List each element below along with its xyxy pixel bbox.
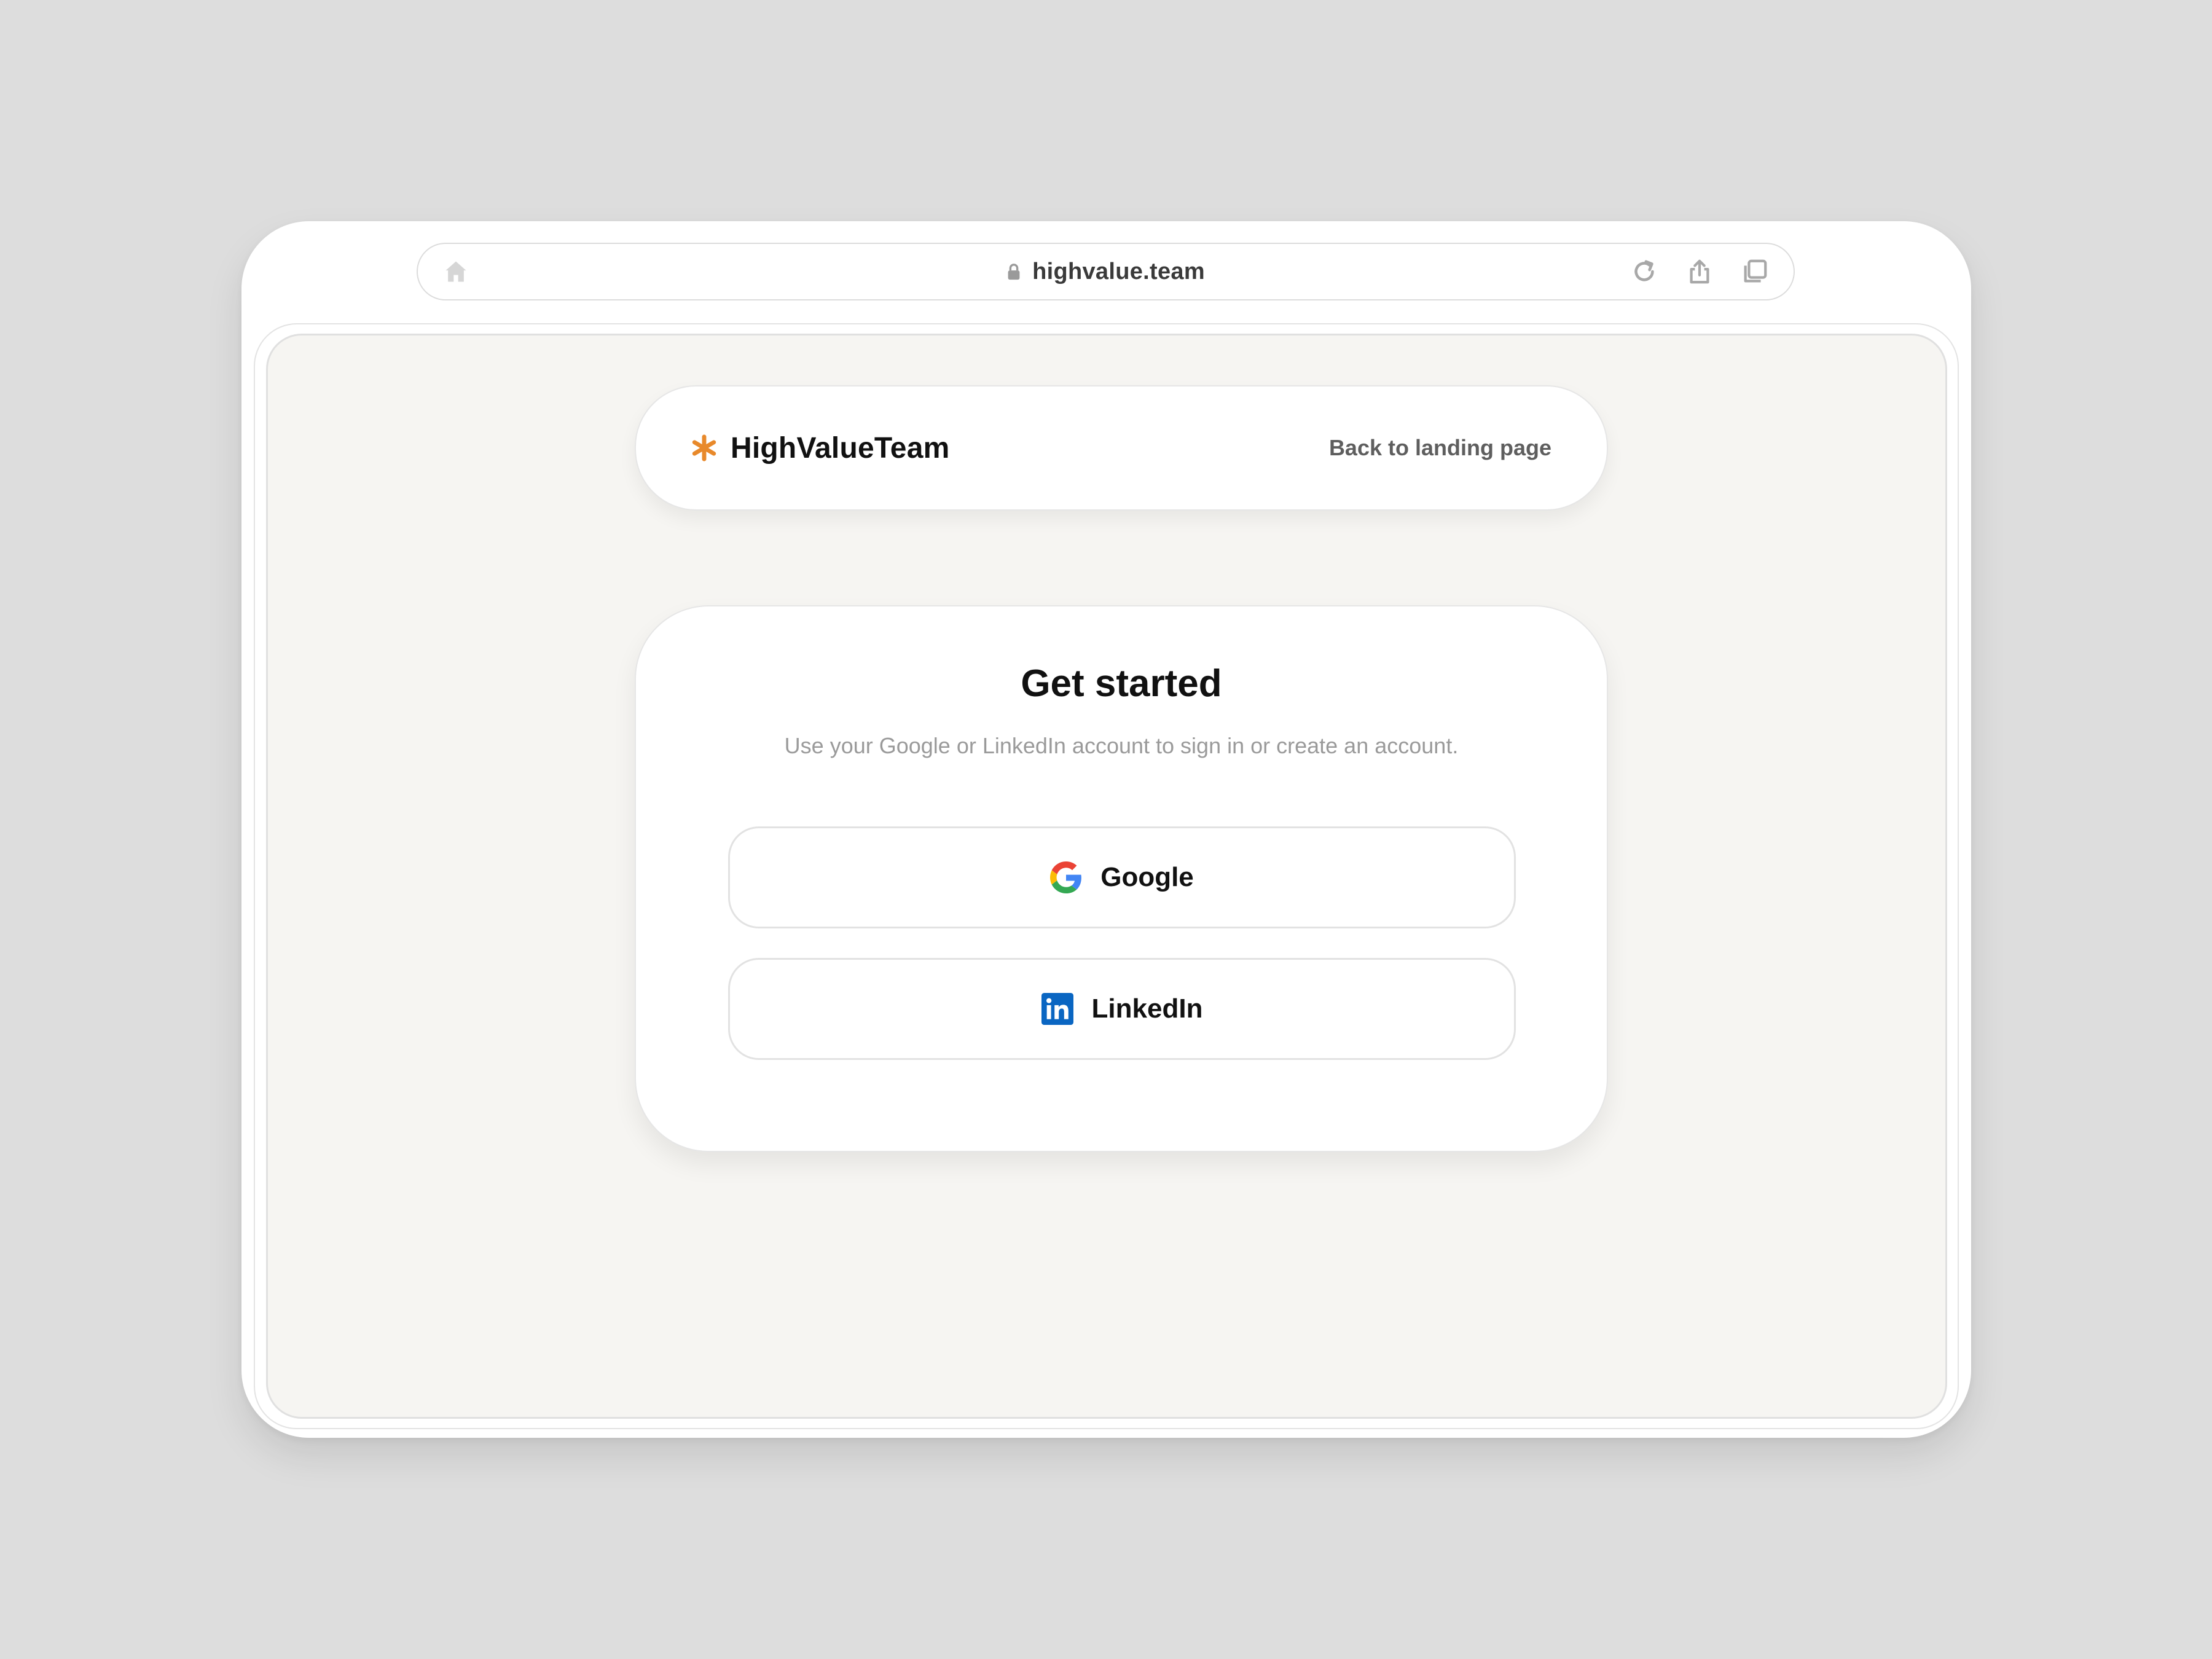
asterisk-icon (692, 434, 716, 461)
google-button-label: Google (1100, 862, 1194, 892)
brand[interactable]: HighValueTeam (690, 386, 949, 509)
top-nav: HighValueTeam Back to landing page (635, 385, 1608, 511)
linkedin-button-label: LinkedIn (1091, 994, 1203, 1024)
url-text: highvalue.team (1032, 258, 1205, 284)
tabs-icon[interactable] (1741, 257, 1769, 286)
back-to-landing-link[interactable]: Back to landing page (1329, 386, 1551, 509)
google-signin-button[interactable]: Google (728, 826, 1516, 928)
brand-name: HighValueTeam (731, 431, 950, 465)
address-bar[interactable]: highvalue.team (417, 243, 1795, 300)
share-icon[interactable] (1685, 257, 1714, 286)
page-subtitle: Use your Google or LinkedIn account to s… (784, 733, 1459, 758)
page-title: Get started (1021, 662, 1222, 705)
reload-icon[interactable] (1630, 257, 1658, 286)
url-display[interactable]: highvalue.team (418, 244, 1794, 299)
linkedin-icon (1041, 993, 1073, 1025)
auth-card: Get started Use your Google or LinkedIn … (635, 605, 1608, 1152)
google-icon (1050, 861, 1082, 893)
lock-icon (1008, 264, 1020, 280)
linkedin-signin-button[interactable]: LinkedIn (728, 958, 1516, 1060)
